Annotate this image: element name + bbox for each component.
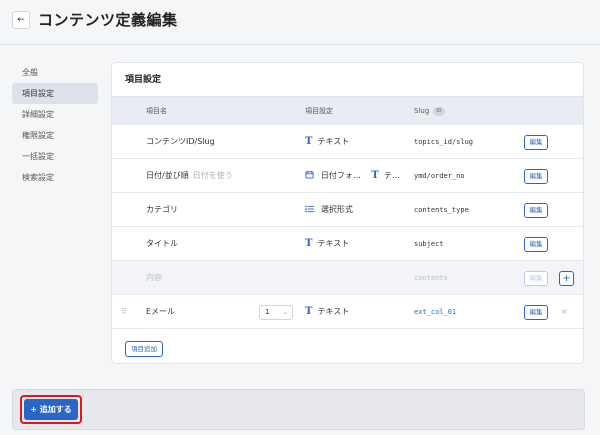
- field-slug: ext_col_01: [414, 308, 457, 316]
- field-name-label: 日付/並び順: [146, 171, 189, 180]
- sidebar-item-general[interactable]: 全般: [12, 62, 98, 83]
- text-type-icon: T: [305, 306, 313, 317]
- field-slug: contents_type: [414, 206, 469, 214]
- field-name: タイトル: [146, 239, 178, 248]
- table-row: 内容 contents 編集 +: [112, 261, 583, 295]
- sidebar-item-details[interactable]: 詳細設定: [12, 104, 98, 125]
- sidebar-item-bulk[interactable]: 一括設定: [12, 146, 98, 167]
- field-type: T テキスト: [305, 227, 349, 261]
- slug-label: Slug: [414, 107, 430, 115]
- text-type-icon: T: [371, 170, 379, 181]
- add-item-button[interactable]: 項目追加: [125, 341, 163, 357]
- field-slug: ymd/order_no: [414, 172, 465, 180]
- field-type: 日付フォ… T テ…: [305, 159, 400, 193]
- card-title: 項目設定: [125, 75, 162, 85]
- add-button[interactable]: + 追加する: [24, 399, 78, 420]
- table-row: ⠿ Eメール 1 ⌄ T テキスト ext_col_01 編集 ×: [112, 295, 583, 329]
- select-value: 1: [265, 308, 270, 316]
- chevron-down-icon: ⌄: [282, 309, 288, 316]
- table-row: コンテンツID/Slug T テキスト topics_id/slug 編集: [112, 125, 583, 159]
- list-icon: [305, 205, 317, 215]
- field-name: カテゴリ: [146, 205, 178, 214]
- arrow-left-icon: ←: [17, 15, 25, 25]
- edit-button[interactable]: 編集: [524, 203, 548, 218]
- field-type-label: テキスト: [317, 307, 350, 316]
- field-type2-label: テ…: [383, 171, 400, 180]
- edit-button[interactable]: 編集: [524, 305, 548, 320]
- field-slug: subject: [414, 240, 444, 248]
- sidebar-item-fields[interactable]: 項目設定: [12, 83, 98, 104]
- text-type-icon: T: [305, 238, 313, 249]
- column-header-slug: Slug ID: [414, 97, 445, 126]
- field-type-label: テキスト: [317, 137, 350, 146]
- edit-button: 編集: [524, 271, 548, 286]
- field-type: T テキスト: [305, 125, 349, 159]
- slug-id-toggle[interactable]: ID: [433, 106, 445, 116]
- add-button-highlight: + 追加する: [20, 395, 82, 424]
- edit-button[interactable]: 編集: [524, 169, 548, 184]
- edit-button[interactable]: 編集: [524, 237, 548, 252]
- back-button[interactable]: ←: [12, 11, 30, 29]
- footer-bar: + 追加する: [12, 389, 585, 430]
- field-type: T テキスト: [305, 295, 349, 329]
- drag-handle-icon[interactable]: ⠿: [121, 295, 127, 329]
- column-header-setting: 項目設定: [305, 107, 333, 115]
- field-name: 日付/並び順 日付を使う: [146, 159, 233, 193]
- field-type-label: テキスト: [317, 239, 350, 248]
- field-type-label: 日付フォ…: [320, 171, 361, 180]
- table-row: 日付/並び順 日付を使う 日付フォ… T テ… ymd/order_no 編集: [112, 159, 583, 193]
- table-row: カテゴリ 選択形式 contents_type 編集: [112, 193, 583, 227]
- field-type-label: 選択形式: [320, 205, 353, 214]
- sidebar: 全般 項目設定 詳細設定 権限設定 一括設定 検索設定: [12, 62, 98, 188]
- field-name: 内容: [146, 273, 162, 282]
- close-icon[interactable]: ×: [561, 295, 568, 329]
- field-name: Eメール: [146, 307, 176, 316]
- edit-button[interactable]: 編集: [524, 135, 548, 150]
- calendar-icon: [305, 170, 317, 181]
- field-name: コンテンツID/Slug: [146, 137, 215, 146]
- page-header: ← コンテンツ定義編集: [0, 0, 600, 45]
- field-subnote: 日付を使う: [192, 171, 233, 180]
- table-row: タイトル T テキスト subject 編集: [112, 227, 583, 261]
- sidebar-item-permissions[interactable]: 権限設定: [12, 125, 98, 146]
- repeat-count-select[interactable]: 1 ⌄: [259, 305, 293, 320]
- text-type-icon: T: [305, 136, 313, 147]
- table-header: 項目名 項目設定 Slug ID: [112, 96, 583, 125]
- field-slug: topics_id/slug: [414, 138, 474, 146]
- field-type: 選択形式: [305, 193, 353, 227]
- add-field-plus-button[interactable]: +: [559, 271, 574, 286]
- page-title: コンテンツ定義編集: [38, 11, 178, 29]
- field-slug: contents: [414, 274, 448, 282]
- column-header-name: 項目名: [146, 107, 167, 115]
- fields-card: 項目設定 項目名 項目設定 Slug ID コンテンツID/Slug T テキスト …: [111, 62, 584, 364]
- sidebar-item-search[interactable]: 検索設定: [12, 167, 98, 188]
